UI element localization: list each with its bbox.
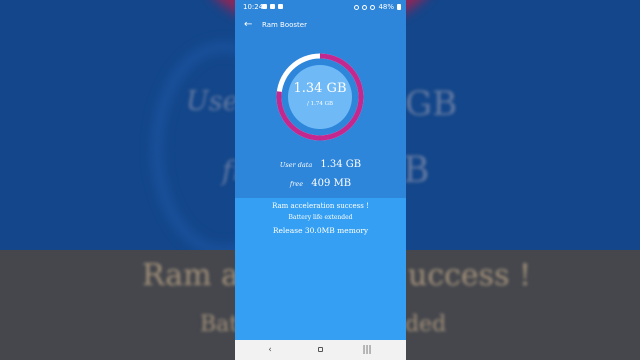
memory-summary-panel: 1.34 GB / 1.74 GB User data 1.34 GB free… <box>235 38 406 198</box>
blurred-gb-text: GB <box>405 84 458 124</box>
memory-total-value: / 1.74 GB <box>306 101 334 107</box>
video-frame: User GB fr B Ram ac uccess ! Bat ded 10:… <box>0 0 640 360</box>
memory-gauge: 1.34 GB / 1.74 GB <box>274 51 366 143</box>
user-data-value: 1.34 GB <box>320 159 362 170</box>
battery-message: Battery life extended <box>288 214 353 221</box>
app-title: Ram Booster <box>262 21 307 29</box>
notification-icon <box>270 4 275 9</box>
user-data-label: User data <box>279 161 313 169</box>
blurred-ded-text: ded <box>405 312 447 337</box>
chevron-left-icon[interactable]: ‹ <box>260 344 280 356</box>
battery-icon <box>397 4 401 10</box>
arrow-left-icon[interactable]: ← <box>244 19 252 31</box>
notification-icon <box>262 4 267 9</box>
blurred-success-text: uccess ! <box>408 258 532 293</box>
free-memory-row: free 409 MB <box>235 171 406 190</box>
phone-screen: 10:24 48% ← Ram Booster 1.34 GB / 1.74 G… <box>235 0 406 360</box>
memory-used-value: 1.34 GB <box>293 81 347 96</box>
result-panel: Ram acceleration success ! Battery life … <box>235 198 406 340</box>
free-label: free <box>289 180 304 188</box>
blurred-battery-text: Bat <box>200 312 239 337</box>
release-message: Release 30.0MB memory <box>272 226 369 235</box>
success-message: Ram acceleration success ! <box>272 202 369 210</box>
gauge-center: 1.34 GB / 1.74 GB <box>288 65 352 129</box>
blurred-b-text: B <box>403 150 430 191</box>
battery-percent: 48% <box>378 3 394 11</box>
navigation-bar: ‹ ||| <box>235 340 406 360</box>
user-data-row: User data 1.34 GB <box>235 152 406 171</box>
notification-icons <box>262 4 283 9</box>
status-time: 10:24 <box>243 3 264 11</box>
recent-apps-icon[interactable]: ||| <box>357 344 377 356</box>
free-value: 409 MB <box>311 178 352 189</box>
app-bar: ← Ram Booster <box>235 14 406 38</box>
notification-icon <box>278 4 283 9</box>
wifi-icon <box>362 4 368 10</box>
system-status-icons: 48% <box>354 3 401 11</box>
status-bar: 10:24 48% <box>235 0 406 14</box>
alarm-icon <box>354 4 360 10</box>
home-icon[interactable] <box>310 344 330 356</box>
signal-icon <box>370 4 376 10</box>
